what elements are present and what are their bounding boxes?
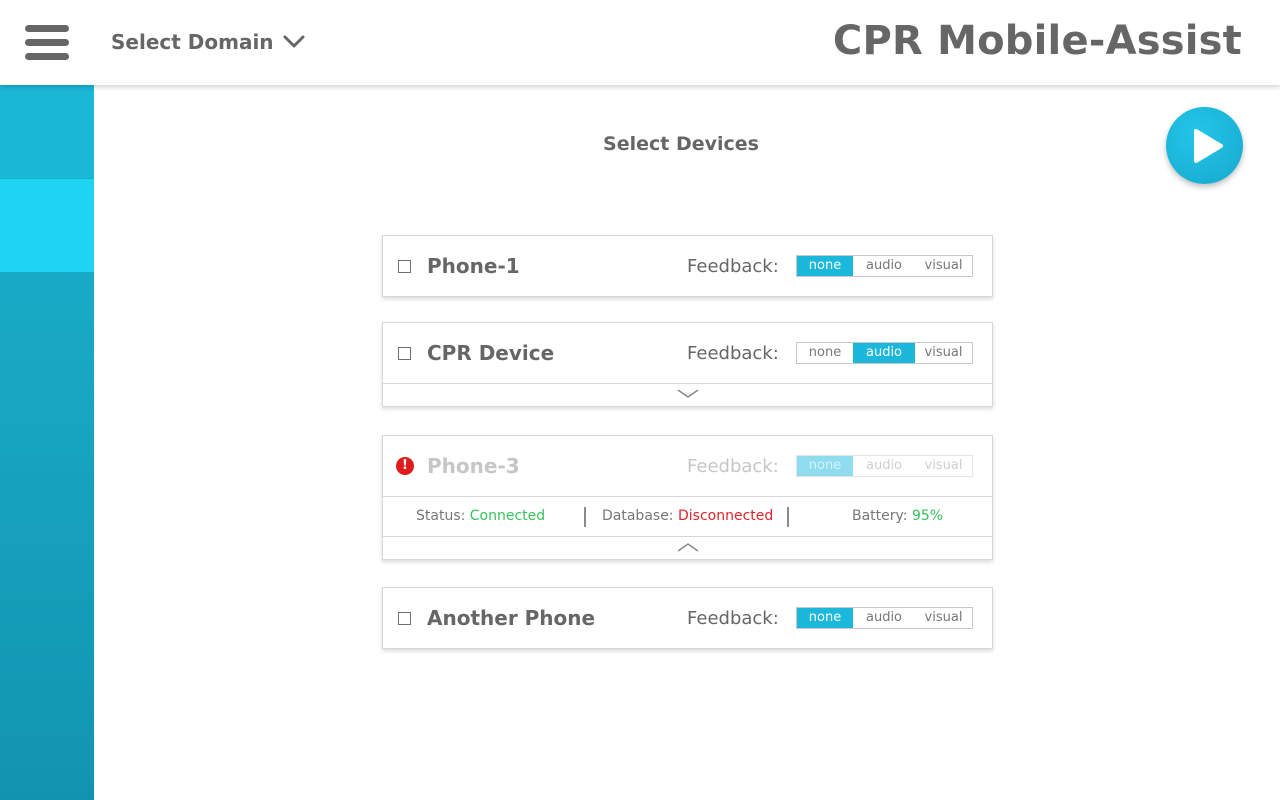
- expand-details-button[interactable]: [383, 383, 992, 406]
- alert-icon: !: [396, 457, 414, 475]
- feedback-label: Feedback:: [687, 256, 779, 277]
- divider: [584, 507, 586, 527]
- database-status: Database: Disconnected: [602, 508, 773, 524]
- chevron-down-icon: [677, 389, 699, 398]
- database-status-value: Disconnected: [677, 508, 774, 524]
- feedback-option-none[interactable]: none: [797, 256, 853, 276]
- battery-status-label: Battery:: [852, 508, 908, 524]
- database-status-label: Database:: [602, 508, 674, 524]
- feedback-option-none: none: [797, 456, 853, 476]
- sidebar-item-1[interactable]: [0, 85, 94, 178]
- app-title: CPR Mobile-Assist: [832, 18, 1242, 64]
- chevron-up-icon: [677, 543, 699, 552]
- battery-status-value: 95%: [911, 508, 944, 524]
- divider: [787, 507, 789, 527]
- feedback-option-visual[interactable]: visual: [915, 343, 972, 363]
- collapse-details-button[interactable]: [383, 536, 992, 559]
- battery-status: Battery: 95%: [852, 508, 943, 524]
- feedback-option-visual: visual: [924, 458, 963, 473]
- connection-status: Status: Connected: [416, 508, 545, 524]
- device-status-row: Status: Connected Database: Disconnected…: [383, 496, 992, 536]
- feedback-option-audio[interactable]: audio: [853, 343, 915, 363]
- connection-status-label: Status:: [416, 508, 466, 524]
- sidebar: [0, 85, 94, 800]
- connection-status-value: Connected: [469, 508, 546, 524]
- feedback-option-audio[interactable]: audio: [853, 256, 915, 276]
- device-card-cpr-device: CPR Device Feedback: none audio visual: [382, 322, 993, 407]
- start-button[interactable]: [1166, 107, 1243, 184]
- device-card-phone-3: ! Phone-3 Feedback: none audio visual St…: [382, 435, 993, 560]
- device-card-phone-1: Phone-1 Feedback: none audio visual: [382, 235, 993, 297]
- top-app-bar: Select Domain CPR Mobile-Assist: [0, 0, 1280, 85]
- device-name: CPR Device: [427, 341, 555, 365]
- feedback-option-none[interactable]: none: [797, 608, 853, 628]
- feedback-segmented-control: none audio visual: [796, 607, 973, 629]
- feedback-label: Feedback:: [687, 456, 779, 477]
- device-checkbox[interactable]: [398, 260, 411, 273]
- domain-select-label: Select Domain: [111, 30, 274, 54]
- feedback-segmented-control: none audio visual: [796, 255, 973, 277]
- feedback-label: Feedback:: [687, 343, 779, 364]
- feedback-option-none[interactable]: none: [797, 343, 853, 363]
- feedback-option-audio: audio: [865, 458, 903, 473]
- feedback-option-audio[interactable]: audio: [853, 608, 915, 628]
- feedback-segmented-control: none audio visual: [796, 342, 973, 364]
- sidebar-item-2-active[interactable]: [0, 179, 94, 272]
- play-icon: [1194, 129, 1223, 163]
- device-card-another-phone: Another Phone Feedback: none audio visua…: [382, 587, 993, 649]
- feedback-option-visual[interactable]: visual: [915, 256, 972, 276]
- device-checkbox[interactable]: [398, 612, 411, 625]
- device-name: Phone-1: [427, 254, 520, 278]
- domain-select-dropdown[interactable]: Select Domain: [111, 28, 305, 56]
- feedback-segmented-control: none audio visual: [796, 455, 973, 477]
- hamburger-menu-icon[interactable]: [25, 25, 69, 61]
- device-name: Another Phone: [427, 606, 596, 630]
- feedback-label: Feedback:: [687, 608, 779, 629]
- device-name: Phone-3: [427, 454, 520, 478]
- page-title: Select Devices: [603, 133, 759, 155]
- chevron-down-icon: [283, 35, 305, 48]
- feedback-option-visual[interactable]: visual: [915, 608, 972, 628]
- device-checkbox[interactable]: [398, 347, 411, 360]
